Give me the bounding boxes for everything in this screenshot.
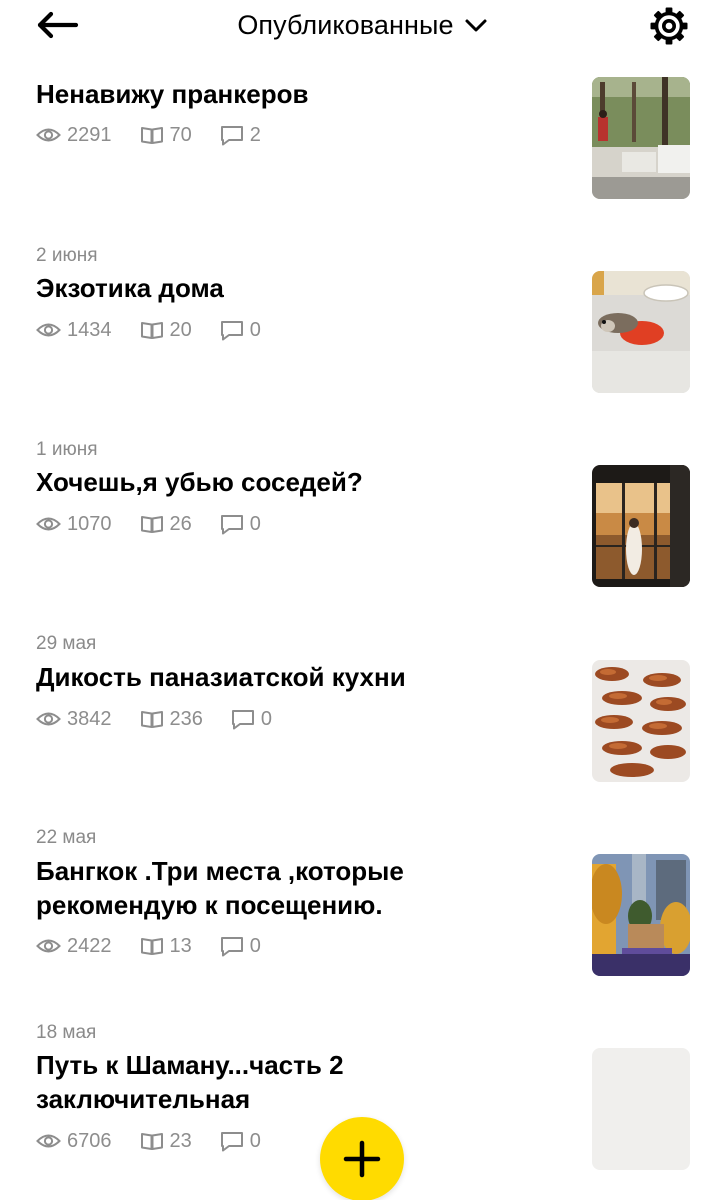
comments-count: 0 bbox=[249, 1129, 261, 1152]
comments-stat: 0 bbox=[220, 1130, 261, 1153]
article-title[interactable]: Путь к Шаману...часть 2 заключительная bbox=[36, 1048, 436, 1116]
add-article-button[interactable] bbox=[320, 1117, 404, 1200]
plus-icon bbox=[343, 1140, 381, 1178]
reads-stat: 23 bbox=[140, 1130, 192, 1153]
article-card[interactable]: 18 мая Путь к Шаману...часть 2 заключите… bbox=[0, 0, 725, 1200]
book-icon bbox=[140, 1133, 163, 1150]
comment-icon bbox=[220, 1131, 243, 1151]
article-date: 18 мая bbox=[36, 1022, 97, 1043]
article-thumbnail-placeholder[interactable] bbox=[592, 1048, 690, 1170]
eye-icon bbox=[36, 1134, 61, 1148]
views-count: 6706 bbox=[67, 1129, 112, 1152]
views-stat: 6706 bbox=[36, 1130, 112, 1153]
article-stats: 6706 23 0 bbox=[36, 1128, 261, 1154]
reads-count: 23 bbox=[169, 1129, 192, 1152]
